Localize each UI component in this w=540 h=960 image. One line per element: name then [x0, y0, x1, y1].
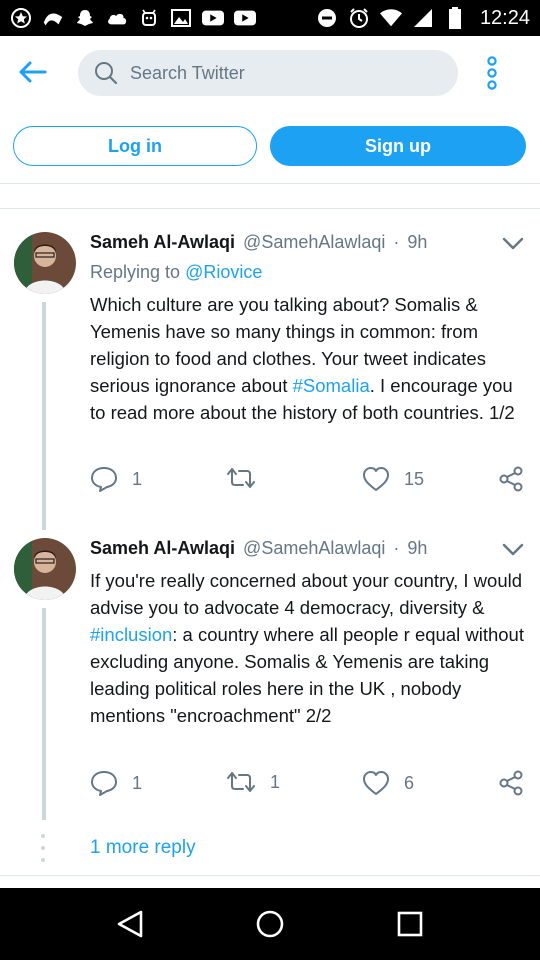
replying-to-handle[interactable]: @Riovice — [185, 262, 262, 282]
square-recents-icon — [397, 911, 423, 937]
search-icon — [95, 62, 118, 85]
do-not-disturb-icon — [316, 9, 338, 27]
tweet-menu-button[interactable] — [500, 234, 526, 254]
battery-icon — [444, 7, 466, 29]
hashtag-link[interactable]: #inclusion — [90, 624, 172, 645]
more-replies-link[interactable]: 1 more reply — [90, 837, 196, 859]
login-button[interactable]: Log in — [13, 126, 257, 166]
share-button[interactable] — [498, 770, 524, 796]
android-icon — [138, 9, 160, 27]
like-button[interactable]: 6 — [362, 770, 414, 796]
tweet-menu-button[interactable] — [500, 540, 526, 560]
reply-button[interactable]: 1 — [90, 466, 142, 492]
retweet-button[interactable]: 1 — [226, 770, 280, 794]
heart-icon — [363, 771, 389, 795]
separator-dot: · — [393, 538, 400, 558]
youtube-icon — [202, 9, 224, 27]
author-handle[interactable]: @SamehAlawlaqi — [243, 232, 385, 253]
share-button[interactable] — [498, 466, 524, 492]
youtube-icon — [234, 9, 256, 27]
avatar[interactable] — [14, 538, 76, 600]
status-bar: 12:24 — [0, 0, 540, 36]
wifi-icon — [379, 9, 402, 27]
top-app-bar — [0, 36, 540, 110]
replying-to: Replying to @Riovice — [90, 262, 262, 283]
like-count: 15 — [404, 468, 425, 489]
snapchat-icon — [74, 9, 96, 27]
chevron-down-icon — [502, 543, 524, 556]
cloud-icon — [106, 9, 128, 27]
thread-line — [42, 608, 46, 820]
author-handle[interactable]: @SamehAlawlaqi — [243, 538, 385, 559]
tweet-header: Sameh Al-Awlaqi @SamehAlawlaqi · 9h — [90, 538, 427, 559]
like-count: 6 — [404, 772, 415, 793]
triangle-back-icon — [117, 910, 143, 938]
android-pay-icon — [42, 9, 64, 27]
more-vertical-icon — [487, 56, 497, 90]
replying-to-prefix: Replying to — [90, 262, 181, 282]
search-box[interactable] — [78, 50, 458, 96]
hashtag-link[interactable]: #Somalia — [293, 375, 370, 396]
retweet-button[interactable] — [226, 466, 270, 490]
status-bar-notifications — [10, 8, 256, 28]
back-button[interactable] — [14, 54, 50, 90]
divider — [0, 185, 540, 209]
alarm-icon — [348, 8, 370, 28]
status-bar-time: 12:24 — [479, 6, 530, 29]
search-input[interactable] — [130, 62, 430, 84]
retweet-icon — [227, 468, 255, 488]
share-icon — [499, 770, 523, 796]
status-bar-system: 12:24 — [316, 7, 530, 30]
retweet-icon — [227, 772, 255, 792]
reply-icon — [91, 771, 117, 796]
tweet-text: Which culture are you talking about? Som… — [90, 291, 530, 426]
signal-icon — [412, 9, 434, 27]
thread-dots — [41, 834, 47, 864]
overflow-menu-button[interactable] — [478, 54, 506, 92]
chevron-down-icon — [502, 237, 524, 250]
circle-home-icon — [256, 910, 284, 938]
more-replies-row[interactable]: 1 more reply — [0, 828, 540, 876]
reply-icon — [91, 467, 117, 492]
retweet-count: 1 — [270, 771, 281, 792]
author-name[interactable]: Sameh Al-Awlaqi — [90, 232, 235, 253]
signup-button[interactable]: Sign up — [270, 126, 526, 166]
nav-back-button[interactable] — [105, 899, 155, 949]
tweet-text-part: If you're really concerned about your co… — [90, 570, 523, 618]
like-button[interactable]: 15 — [362, 466, 424, 492]
reply-button[interactable]: 1 — [90, 770, 142, 796]
image-icon — [170, 9, 192, 27]
tweet[interactable]: Sameh Al-Awlaqi @SamehAlawlaqi · 9h Repl… — [0, 210, 540, 530]
avatar[interactable] — [14, 232, 76, 294]
tweet-time[interactable]: 9h — [407, 232, 427, 253]
auth-bar: Log in Sign up — [0, 110, 540, 184]
reply-count: 1 — [132, 772, 143, 793]
author-name[interactable]: Sameh Al-Awlaqi — [90, 538, 235, 559]
back-arrow-icon — [19, 61, 47, 83]
nav-home-button[interactable] — [245, 899, 295, 949]
tweet[interactable]: Sameh Al-Awlaqi @SamehAlawlaqi · 9h If y… — [0, 516, 540, 828]
tweet-actions: 1 15 — [90, 466, 530, 496]
tweet-text: If you're really concerned about your co… — [90, 567, 530, 729]
nav-recents-button[interactable] — [385, 899, 435, 949]
star-badge-icon — [10, 8, 32, 28]
tweet-actions: 1 1 6 — [90, 770, 530, 800]
heart-icon — [363, 467, 389, 491]
separator-dot: · — [393, 232, 400, 252]
share-icon — [499, 466, 523, 492]
tweet-header: Sameh Al-Awlaqi @SamehAlawlaqi · 9h — [90, 232, 427, 253]
thread-line — [42, 302, 46, 530]
android-nav-bar — [0, 888, 540, 960]
reply-count: 1 — [132, 468, 143, 489]
tweet-time[interactable]: 9h — [407, 538, 427, 559]
